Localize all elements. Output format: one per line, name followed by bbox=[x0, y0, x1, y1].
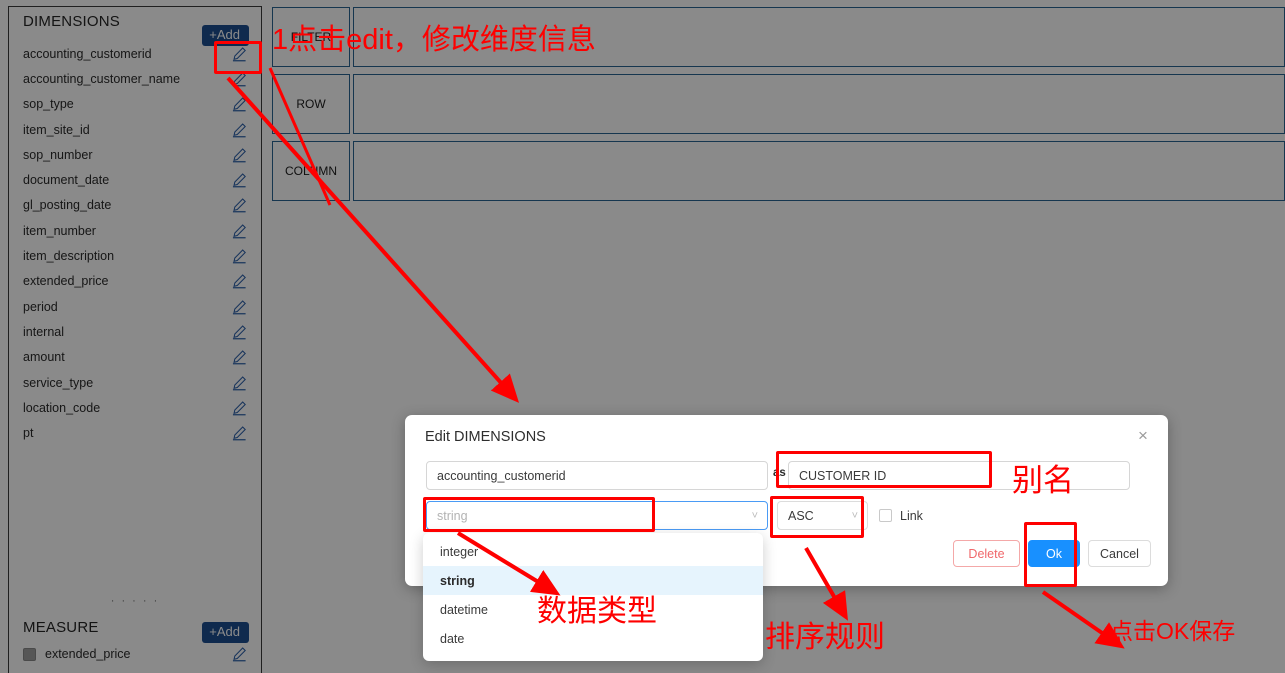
alias-input[interactable] bbox=[788, 461, 1130, 490]
expression-input[interactable] bbox=[426, 461, 768, 490]
sort-order-value: ASC bbox=[788, 508, 814, 523]
data-type-option[interactable]: integer bbox=[423, 537, 763, 566]
data-type-dropdown-menu: integer string datetime date bbox=[423, 533, 763, 661]
link-label: Link bbox=[900, 508, 923, 523]
screen: DIMENSIONS +Add accounting_customerid acc… bbox=[0, 0, 1285, 673]
close-icon[interactable]: × bbox=[1132, 425, 1154, 447]
link-checkbox-row[interactable]: Link bbox=[879, 501, 923, 530]
as-label: as bbox=[773, 467, 786, 479]
delete-button[interactable]: Delete bbox=[953, 540, 1020, 567]
data-type-select[interactable]: string ˅ bbox=[426, 501, 768, 530]
data-type-option[interactable]: datetime bbox=[423, 595, 763, 624]
data-type-option[interactable]: date bbox=[423, 624, 763, 653]
dialog-title: Edit DIMENSIONS bbox=[425, 429, 546, 445]
data-type-option[interactable]: string bbox=[423, 566, 763, 595]
sort-order-select[interactable]: ASC ˅ bbox=[777, 501, 868, 530]
chevron-down-icon: ˅ bbox=[851, 509, 858, 522]
cancel-button[interactable]: Cancel bbox=[1088, 540, 1151, 567]
chevron-down-icon: ˅ bbox=[751, 509, 758, 522]
ok-button[interactable]: Ok bbox=[1028, 540, 1080, 567]
data-type-value: string bbox=[437, 508, 468, 523]
link-checkbox[interactable] bbox=[879, 509, 892, 522]
